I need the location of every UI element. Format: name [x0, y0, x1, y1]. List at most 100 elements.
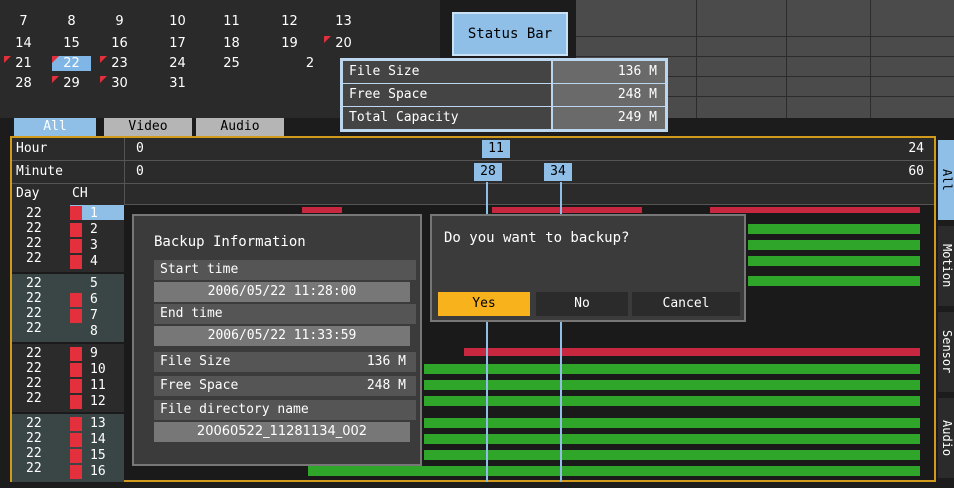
minute-label: Minute	[16, 164, 63, 179]
day-value: 22	[26, 431, 42, 446]
day-value: 22	[26, 251, 42, 266]
continuous-recording-bar	[424, 396, 920, 406]
side-tab-motion[interactable]: Motion	[938, 226, 954, 306]
hour-row: Hour 0 11 24	[12, 138, 934, 161]
calendar-day[interactable]: 16	[100, 36, 139, 51]
yes-button[interactable]: Yes	[438, 292, 530, 316]
continuous-recording-bar	[424, 418, 920, 428]
continuous-recording-bar	[424, 364, 920, 374]
status-label: Total Capacity	[343, 107, 551, 129]
start-time-value: 2006/05/22 11:28:00	[154, 282, 410, 302]
day-value: 22	[26, 391, 42, 406]
minute-end: 60	[908, 164, 924, 179]
free-space-row: Free Space 248 M	[154, 376, 416, 396]
minute-start: 0	[136, 164, 144, 179]
day-value: 22	[26, 221, 42, 236]
calendar-day[interactable]: 10	[158, 14, 197, 29]
status-label: File Size	[343, 61, 551, 83]
calendar-day[interactable]: 9	[100, 14, 139, 29]
calendar-day[interactable]: 24	[158, 56, 197, 71]
calendar-day[interactable]: 13	[324, 14, 363, 29]
backup-confirm-dialog: Do you want to backup? Yes No Cancel	[430, 214, 746, 322]
ch-header: CH	[72, 186, 88, 201]
calendar-day[interactable]: 30	[100, 76, 139, 91]
calendar-day[interactable]: 17	[158, 36, 197, 51]
dialog-title: Backup Information	[154, 234, 306, 250]
calendar-day[interactable]: 28	[4, 76, 43, 91]
status-value: 249 M	[553, 107, 665, 129]
cancel-button[interactable]: Cancel	[632, 292, 740, 316]
continuous-recording-bar	[424, 380, 920, 390]
channel-group: 22 22 22 22 13 14 15 16	[12, 414, 124, 482]
end-time-label: End time	[154, 304, 416, 324]
tab-all[interactable]: All	[14, 118, 96, 136]
file-size-value: 136 M	[366, 354, 406, 369]
continuous-recording-bar	[748, 276, 920, 286]
calendar-day[interactable]: 11	[212, 14, 251, 29]
calendar-day[interactable]: 18	[212, 36, 251, 51]
event-recording-bar	[464, 348, 920, 356]
status-value: 248 M	[553, 84, 665, 106]
calendar-day[interactable]: 2	[300, 56, 320, 71]
side-tab-all[interactable]: All	[938, 140, 954, 220]
backup-information-dialog: Backup Information Start time 2006/05/22…	[132, 214, 422, 466]
calendar-day[interactable]: 21	[4, 56, 43, 71]
channel-row-selected[interactable]: 1	[70, 205, 124, 221]
calendar-day[interactable]: 15	[52, 36, 91, 51]
day-value: 22	[26, 291, 42, 306]
tab-audio[interactable]: Audio	[196, 118, 284, 136]
calendar-day-selected[interactable]: 22	[52, 56, 91, 71]
file-size-row: File Size 136 M	[154, 352, 416, 372]
end-time-value: 2006/05/22 11:33:59	[154, 326, 410, 346]
calendar-day[interactable]: 19	[270, 36, 309, 51]
continuous-recording-bar	[424, 434, 920, 444]
column-header-row: Day CH	[12, 184, 934, 205]
status-row-total-capacity: Total Capacity 249 M	[343, 107, 665, 129]
hour-end: 24	[908, 141, 924, 156]
continuous-recording-bar	[308, 466, 920, 476]
continuous-recording-bar	[748, 256, 920, 266]
side-tab-audio[interactable]: Audio	[938, 398, 954, 478]
calendar-day[interactable]: 12	[270, 14, 309, 29]
day-value: 22	[26, 376, 42, 391]
day-value: 22	[26, 346, 42, 361]
calendar-day[interactable]: 25	[212, 56, 251, 71]
minute-marker-end[interactable]: 34	[544, 163, 572, 181]
calendar-day[interactable]: 8	[52, 14, 91, 29]
event-recording-bar	[302, 207, 342, 213]
minute-row: Minute 0 28 34 60	[12, 161, 934, 184]
free-space-label: Free Space	[160, 378, 239, 393]
day-value: 22	[26, 446, 42, 461]
channel-group: 22 22 22 22 1 2 3 4	[12, 204, 124, 272]
status-label: Free Space	[343, 84, 551, 106]
hour-marker[interactable]: 11	[482, 140, 510, 158]
calendar-day[interactable]: 14	[4, 36, 43, 51]
continuous-recording-bar	[748, 224, 920, 234]
day-header: Day	[16, 186, 40, 201]
directory-value: 20060522_11281134_002	[154, 422, 410, 442]
day-value: 22	[26, 236, 42, 251]
calendar-day[interactable]: 31	[158, 76, 197, 91]
minute-marker-start[interactable]: 28	[474, 163, 502, 181]
hour-label: Hour	[16, 141, 48, 156]
status-popup: File Size 136 M Free Space 248 M Total C…	[340, 58, 668, 132]
side-tab-sensor[interactable]: Sensor	[938, 312, 954, 392]
no-button[interactable]: No	[536, 292, 628, 316]
calendar-day[interactable]: 29	[52, 76, 91, 91]
event-recording-bar	[492, 207, 642, 213]
status-row-file-size: File Size 136 M	[343, 61, 665, 83]
calendar-day[interactable]: 23	[100, 56, 139, 71]
tab-video[interactable]: Video	[104, 118, 192, 136]
hour-start: 0	[136, 141, 144, 156]
start-time-label: Start time	[154, 260, 416, 280]
channel-group: 22 22 22 22 5 6 7 8	[12, 274, 124, 342]
status-row-free-space: Free Space 248 M	[343, 84, 665, 106]
status-bar-button[interactable]: Status Bar	[452, 12, 568, 56]
day-value: 22	[26, 361, 42, 376]
event-recording-bar	[710, 207, 920, 213]
day-value: 22	[26, 206, 42, 221]
file-size-label: File Size	[160, 354, 231, 369]
confirm-question: Do you want to backup?	[444, 230, 630, 246]
calendar-day[interactable]: 20	[324, 36, 363, 51]
calendar-day[interactable]: 7	[4, 14, 43, 29]
